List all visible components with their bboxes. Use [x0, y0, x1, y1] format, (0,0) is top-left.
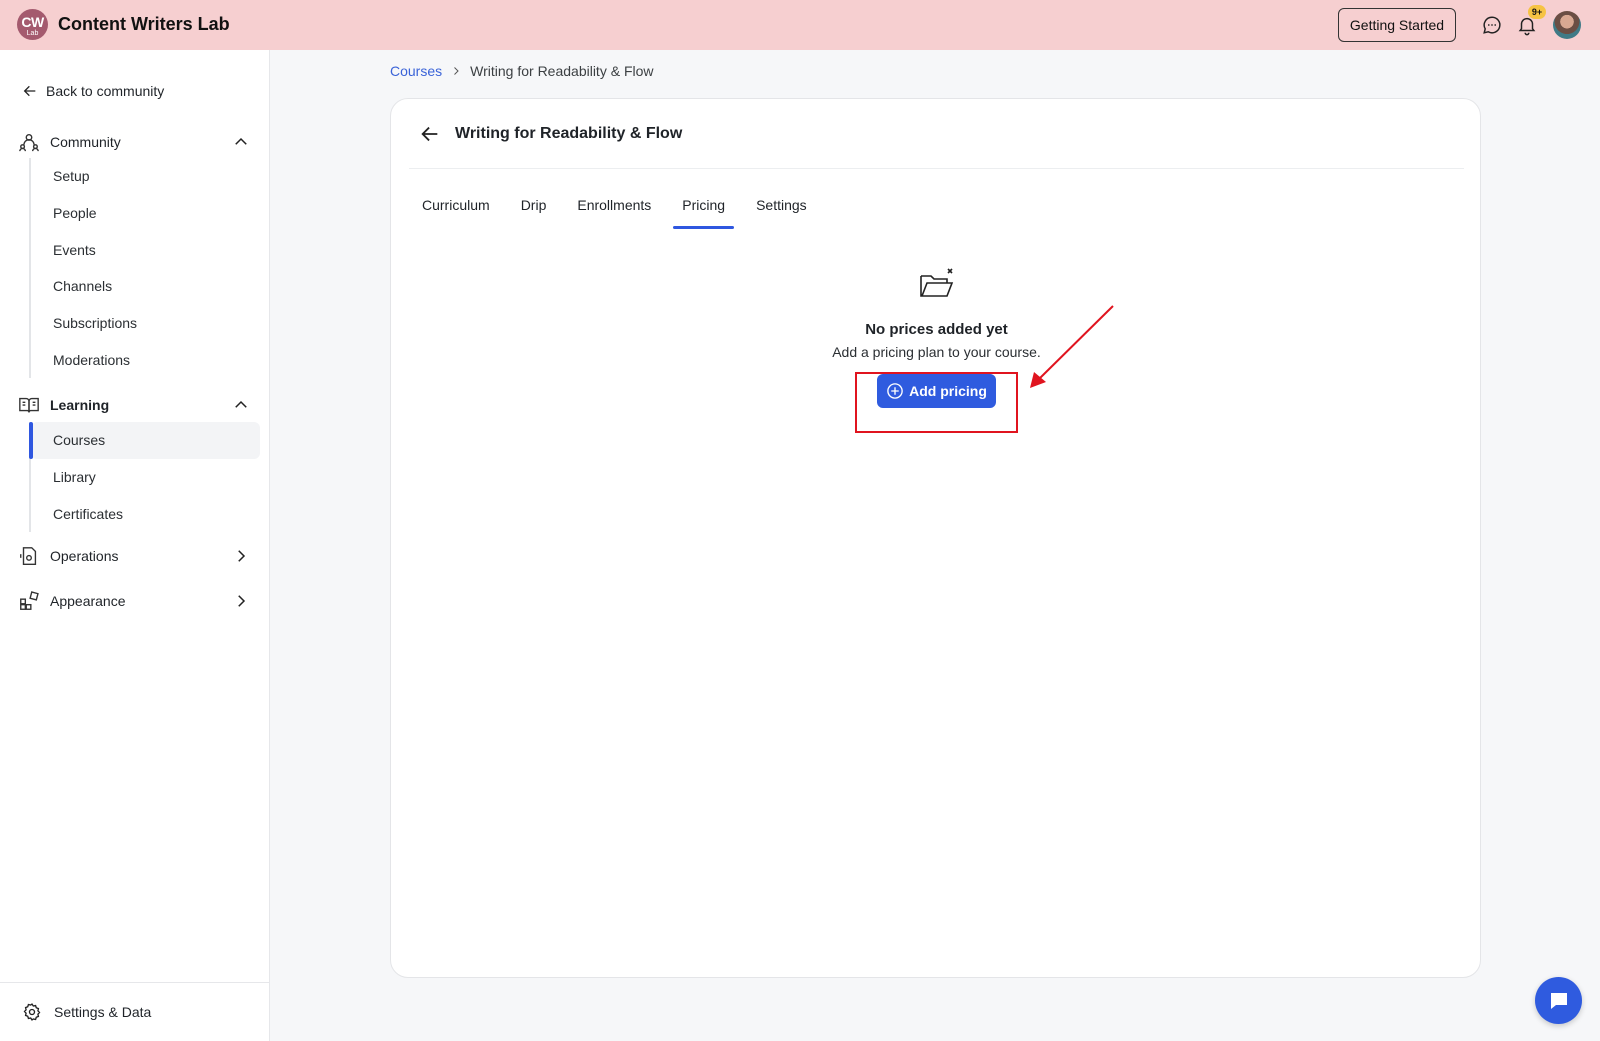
- notification-badge: 9+: [1528, 5, 1546, 19]
- course-card: Writing for Readability & Flow Curriculu…: [390, 98, 1481, 978]
- tab-curriculum[interactable]: Curriculum: [411, 187, 501, 223]
- back-to-community-link[interactable]: Back to community: [22, 83, 164, 99]
- settings-and-data-label: Settings & Data: [54, 1004, 152, 1020]
- sidebar-group-label: Community: [50, 134, 121, 150]
- chevron-up-icon[interactable]: [232, 133, 250, 151]
- chevron-right-icon: [454, 67, 459, 75]
- sidebar-item-channels[interactable]: Channels: [31, 268, 259, 305]
- community-title[interactable]: Content Writers Lab: [58, 14, 230, 35]
- community-icon: [19, 133, 39, 152]
- community-logo[interactable]: CW Lab: [17, 9, 48, 40]
- layout-blocks-icon: [20, 591, 39, 610]
- tab-drip[interactable]: Drip: [510, 187, 558, 223]
- sidebar-item-people[interactable]: People: [31, 195, 259, 232]
- breadcrumb: Courses Writing for Readability & Flow: [390, 63, 654, 79]
- sidebar-item-subscriptions[interactable]: Subscriptions: [31, 305, 259, 342]
- annotation-arrow: [1030, 305, 1114, 388]
- course-tabs: Curriculum Drip Enrollments Pricing Sett…: [411, 187, 827, 229]
- chevron-right-icon[interactable]: [232, 592, 250, 610]
- chat-icon[interactable]: [1481, 14, 1503, 36]
- support-chat-button[interactable]: [1535, 977, 1582, 1024]
- sidebar-item-certificates[interactable]: Certificates: [31, 495, 259, 532]
- sidebar-item-events[interactable]: Events: [31, 231, 259, 268]
- sidebar-item-library[interactable]: Library: [31, 459, 259, 496]
- sidebar-group-label: Appearance: [50, 593, 126, 609]
- tab-settings[interactable]: Settings: [745, 187, 818, 223]
- chevron-up-icon[interactable]: [232, 396, 250, 414]
- sidebar: Back to community Community Setup People…: [0, 50, 270, 1041]
- sidebar-group-learning[interactable]: Learning: [18, 391, 250, 419]
- book-open-icon: [19, 397, 39, 413]
- learning-submenu: Courses Library Certificates: [29, 422, 260, 533]
- sidebar-group-appearance[interactable]: Appearance: [18, 587, 250, 615]
- sidebar-group-label: Learning: [50, 397, 110, 413]
- sidebar-group-community[interactable]: Community: [18, 128, 250, 156]
- sidebar-group-operations[interactable]: Operations: [18, 542, 250, 570]
- tab-pricing[interactable]: Pricing: [671, 187, 736, 229]
- logo-text: CW: [21, 13, 44, 30]
- gear-icon: [23, 1003, 41, 1021]
- empty-state-subtitle: Add a pricing plan to your course.: [832, 344, 1041, 360]
- breadcrumb-current: Writing for Readability & Flow: [470, 63, 654, 79]
- sidebar-item-courses[interactable]: Courses: [29, 422, 260, 459]
- community-submenu: Setup People Events Channels Subscriptio…: [29, 158, 259, 379]
- getting-started-button[interactable]: Getting Started: [1338, 8, 1456, 42]
- top-bar: CW Lab Content Writers Lab Getting Start…: [0, 0, 1600, 50]
- back-arrow-icon[interactable]: [419, 123, 441, 145]
- document-gear-icon: [20, 547, 37, 565]
- breadcrumb-courses-link[interactable]: Courses: [390, 63, 442, 79]
- logo-subtext: Lab: [26, 29, 39, 37]
- chevron-right-icon[interactable]: [232, 547, 250, 565]
- chat-bubble-icon: [1550, 992, 1567, 1009]
- course-title: Writing for Readability & Flow: [455, 124, 683, 142]
- annotation-highlight-box: [855, 372, 1018, 433]
- course-header: Writing for Readability & Flow: [409, 99, 1464, 169]
- user-avatar[interactable]: [1553, 11, 1581, 39]
- arrow-left-icon: [23, 85, 36, 97]
- sidebar-group-label: Operations: [50, 548, 119, 564]
- empty-folder-icon: [919, 268, 953, 297]
- empty-state-title: No prices added yet: [865, 321, 1008, 338]
- sidebar-item-setup[interactable]: Setup: [31, 158, 259, 195]
- settings-and-data-link[interactable]: Settings & Data: [0, 982, 270, 1041]
- back-to-community-label: Back to community: [46, 83, 165, 99]
- tab-enrollments[interactable]: Enrollments: [566, 187, 662, 223]
- sidebar-item-moderations[interactable]: Moderations: [31, 341, 259, 378]
